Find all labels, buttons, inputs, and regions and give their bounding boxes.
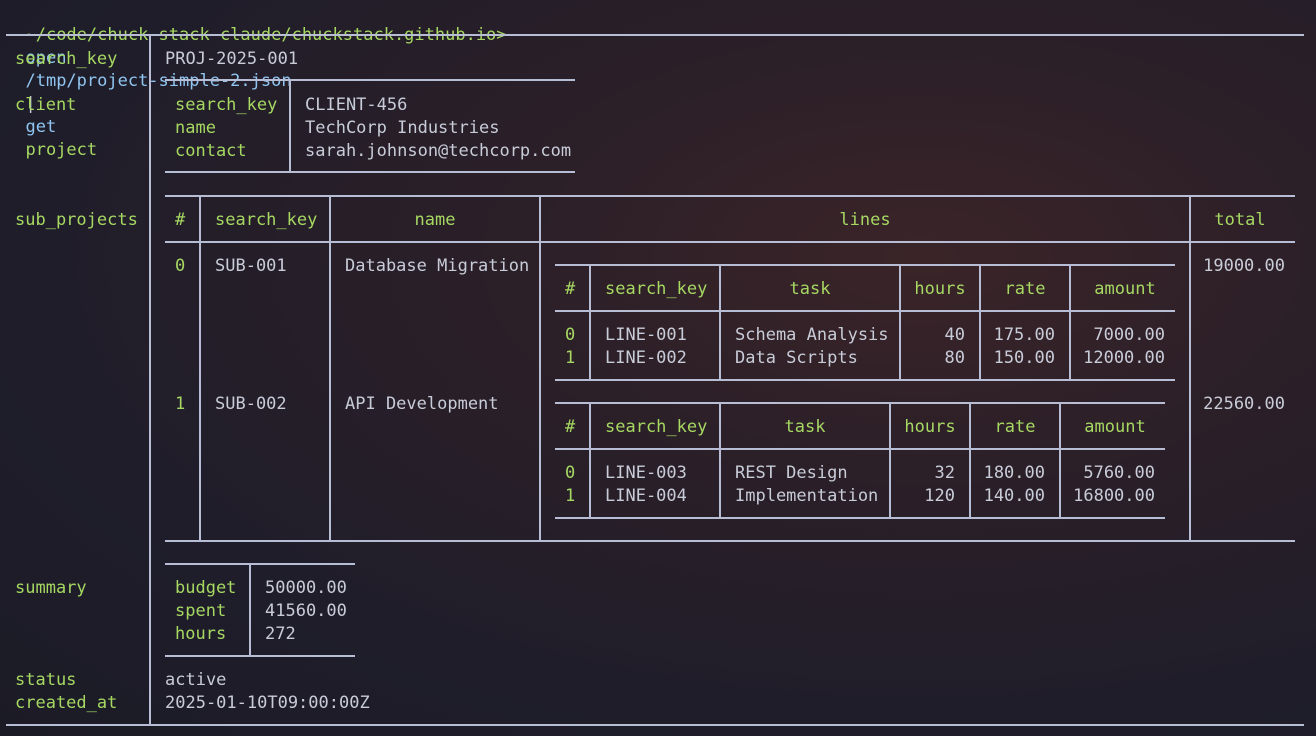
line-index: 1 — [565, 486, 576, 506]
sub-projects-col-divider-3 — [539, 195, 541, 542]
line-index: 0 — [565, 325, 576, 345]
line-hours: 80 — [944, 348, 965, 368]
sub-project-name: API Development — [345, 394, 499, 414]
summary-budget-value: 50000.00 — [265, 578, 347, 598]
lines-header-separator — [555, 310, 1175, 312]
summary-border-top — [165, 563, 355, 565]
lines-header-index: # — [565, 417, 576, 437]
line-task: Schema Analysis — [735, 325, 889, 345]
lines-border-bottom — [555, 379, 1175, 381]
sub-projects-border-top — [165, 195, 1295, 197]
line-search-key: LINE-002 — [605, 348, 687, 368]
summary-border-bottom — [165, 655, 355, 657]
summary-hours-label: hours — [175, 624, 227, 644]
line-amount: 5760.00 — [1083, 463, 1155, 483]
summary-budget-label: budget — [175, 578, 237, 598]
record-client-label: client — [15, 95, 77, 115]
line-search-key: LINE-004 — [605, 486, 687, 506]
record-search-key-value: PROJ-2025-001 — [165, 49, 299, 69]
sub-project-search-key: SUB-001 — [215, 256, 287, 276]
lines-header-index: # — [565, 279, 576, 299]
sub-projects-header-search-key: search_key — [215, 210, 318, 230]
line-hours: 32 — [934, 463, 955, 483]
line-rate: 180.00 — [983, 463, 1045, 483]
sub-project-name: Database Migration — [345, 256, 530, 276]
sub-project-index: 1 — [175, 394, 186, 414]
line-rate: 175.00 — [993, 325, 1055, 345]
lines-header-amount: amount — [1084, 417, 1146, 437]
record-created-at-value: 2025-01-10T09:00:00Z — [165, 693, 370, 713]
summary-hours-value: 272 — [265, 624, 296, 644]
lines-border-top — [555, 264, 1175, 266]
sub-projects-header-lines: lines — [839, 210, 891, 230]
client-name-value: TechCorp Industries — [305, 118, 500, 138]
sub-project-total: 22560.00 — [1203, 394, 1285, 414]
lines-header-hours: hours — [914, 279, 966, 299]
lines-col-divider — [589, 402, 591, 519]
line-search-key: LINE-001 — [605, 325, 687, 345]
line-hours: 120 — [924, 486, 955, 506]
client-search-key-label: search_key — [175, 95, 278, 115]
line-amount: 12000.00 — [1083, 348, 1165, 368]
client-search-key-value: CLIENT-456 — [305, 95, 408, 115]
line-task: Data Scripts — [735, 348, 858, 368]
sub-project-total: 19000.00 — [1203, 256, 1285, 276]
lines-header-search-key: search_key — [605, 417, 708, 437]
lines-header-search-key: search_key — [605, 279, 708, 299]
record-summary-label: summary — [15, 578, 87, 598]
line-task: REST Design — [735, 463, 848, 483]
lines-border-bottom — [555, 517, 1165, 519]
lines-col-divider — [589, 264, 591, 381]
lines-header-hours: hours — [904, 417, 956, 437]
sub-projects-col-divider-1 — [199, 195, 201, 542]
outer-border-bottom — [6, 724, 1304, 726]
client-border-bottom — [165, 171, 575, 173]
line-index: 1 — [565, 348, 576, 368]
prompt-argument-get: project — [25, 140, 98, 160]
record-search-key-label: search_key — [15, 49, 118, 69]
summary-spent-label: spent — [175, 601, 227, 621]
line-task: Implementation — [735, 486, 879, 506]
lines-header-separator — [555, 448, 1165, 450]
sub-projects-header-name: name — [414, 210, 456, 230]
line-hours: 40 — [944, 325, 965, 345]
prompt-command-get: get — [25, 117, 57, 137]
lines-header-amount: amount — [1094, 279, 1156, 299]
sub-projects-col-divider-4 — [1189, 195, 1191, 542]
outer-key-divider — [149, 34, 151, 726]
lines-header-task: task — [784, 417, 826, 437]
line-amount: 16800.00 — [1073, 486, 1155, 506]
client-border-top — [165, 79, 575, 81]
lines-header-task: task — [789, 279, 831, 299]
lines-header-rate: rate — [994, 417, 1036, 437]
client-contact-value: sarah.johnson@techcorp.com — [305, 141, 572, 161]
sub-projects-header-total: total — [1214, 210, 1266, 230]
line-rate: 150.00 — [993, 348, 1055, 368]
lines-border-top — [555, 402, 1165, 404]
record-status-value: active — [165, 670, 227, 690]
line-index: 0 — [565, 463, 576, 483]
line-search-key: LINE-003 — [605, 463, 687, 483]
client-name-label: name — [175, 118, 216, 138]
outer-border-top — [6, 34, 1304, 36]
lines-header-rate: rate — [1004, 279, 1046, 299]
sub-project-search-key: SUB-002 — [215, 394, 287, 414]
sub-projects-col-divider-2 — [329, 195, 331, 542]
line-amount: 7000.00 — [1093, 325, 1165, 345]
record-sub-projects-label: sub_projects — [15, 210, 138, 230]
sub-projects-header-index: # — [175, 210, 186, 230]
sub-projects-header-separator — [165, 241, 1295, 243]
record-created-at-label: created_at — [15, 693, 118, 713]
sub-project-index: 0 — [175, 256, 186, 276]
line-rate: 140.00 — [983, 486, 1045, 506]
record-status-label: status — [15, 670, 77, 690]
client-contact-label: contact — [175, 141, 247, 161]
client-divider — [289, 79, 291, 173]
summary-spent-value: 41560.00 — [265, 601, 347, 621]
sub-projects-border-bottom — [165, 540, 1295, 542]
summary-divider — [249, 563, 251, 657]
prompt-argument: /tmp/project-simple-2.json — [25, 71, 292, 91]
